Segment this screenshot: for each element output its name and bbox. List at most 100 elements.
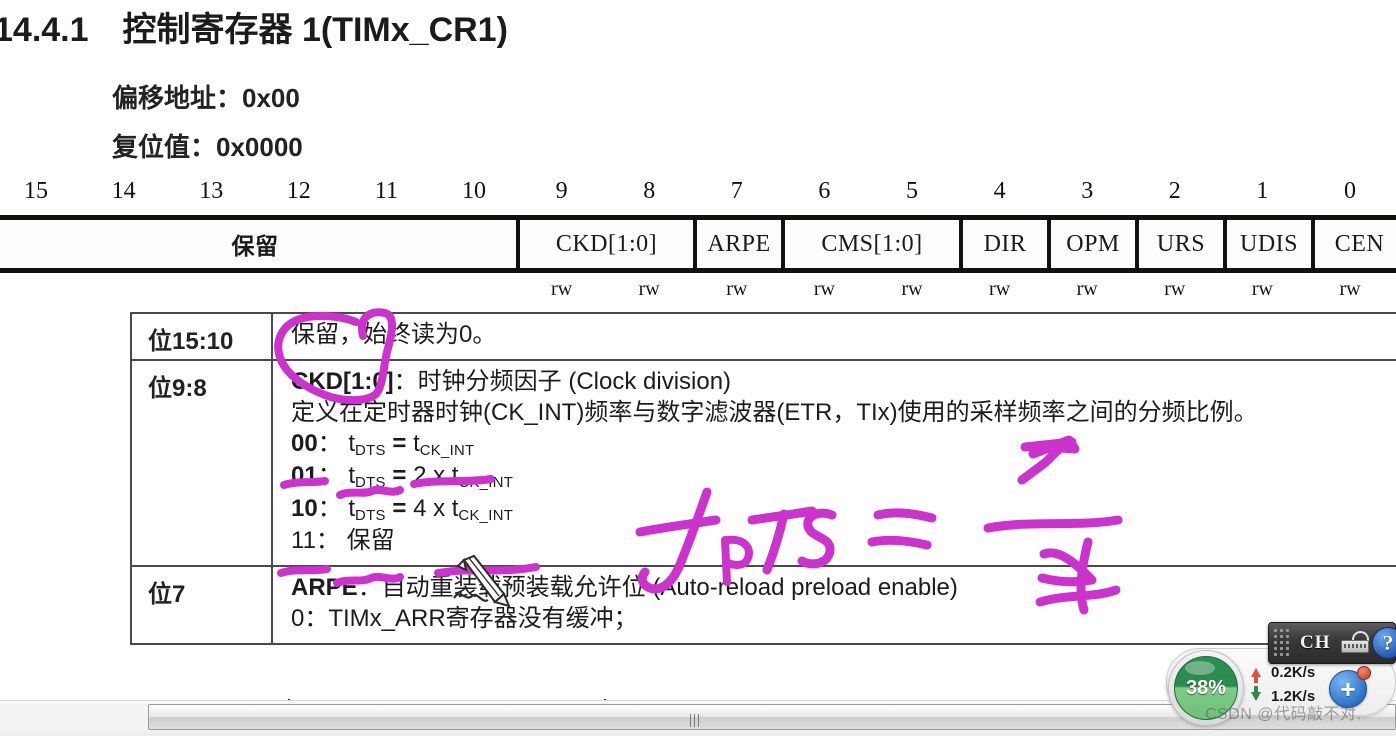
table-row: 位15:10 保留，始终读为0。 [132,314,1396,361]
bit-field-cell: UDIS [1223,220,1311,268]
bit-number: 5 [906,178,918,204]
drag-handle-icon[interactable] [1274,629,1294,656]
bit-access-label: rw [813,278,835,300]
bit-number: 1 [1256,178,1269,204]
option-line: 00： tDTS = tCK_INT [291,429,1396,461]
option-sep: ： [317,494,342,522]
bit-number: 7 [730,178,743,204]
rhs-subscript: CK_INT [458,507,514,524]
bit-number: 6 [818,178,831,204]
option-line: 10： tDTS = 4 x tCK_INT [291,494,1396,526]
bit-number: 4 [993,178,1006,204]
rhs-subscript: CK_INT [419,443,475,460]
field-heading: CKD[1:0]：时钟分频因子 (Clock division) [291,367,1396,398]
bit-field-cell: ARPE [693,220,781,268]
option-mult: 2 x [413,462,452,490]
question-mark-icon: ? [1382,630,1394,655]
cpu-usage-value: 38% [1185,676,1227,699]
option-line: 11： 保留 [291,526,1396,557]
field-detail: 定义在定时器时钟(CK_INT)频率与数字滤波器(ETR，TIx)使用的采样频率… [291,398,1258,426]
bit-number: 11 [374,178,398,204]
keyboard-icon[interactable] [1340,631,1371,655]
watermark: CSDN @代码敲不对. [1205,706,1362,723]
option-code: 10 [291,494,318,522]
bit-number: 13 [199,178,224,204]
bit-number: 2 [1168,178,1181,204]
option-sep: ： [317,429,342,457]
bit-access-label: rw [726,278,748,300]
bit-field-name: CKD[1:0] [555,230,658,257]
scrollbar-grip: ||| [689,712,702,728]
section-title: 控制寄存器 1(TIMx_CR1) [122,11,508,49]
screenshot-root: 14.4.1 控制寄存器 1(TIMx_CR1) 偏移地址：0x00 复位值：0x… [0,0,1396,736]
field-name: ARPE [291,573,358,601]
option-sep: ： [317,462,342,490]
expr-subscript: DTS [355,443,386,460]
field-heading: ARPE：自动重装载预装载允许位 (Auto-reload preload en… [291,573,1396,604]
option-eq: = [385,494,414,522]
option-code: 11 [291,526,316,554]
bit-access-label: rw [1251,278,1273,300]
bit-number: 0 [1344,178,1356,204]
rhs-subscript: CK_INT [458,475,514,492]
bit-field-cell: DIR [959,220,1047,268]
notification-dot-icon [1357,666,1371,680]
option-code: 00 [291,429,318,457]
option-rhs: tCK_INT [451,494,514,524]
bit-number: 9 [555,178,568,204]
bit-field-name: DIR [983,230,1027,257]
bit-number: 3 [1081,178,1094,204]
bit-field-row: 保留 CKD[1:0] ARPE CMS[1:0] DIR OPM URS UDIS CEN [0,215,1396,273]
bit-field-name: ARPE [707,230,771,257]
bit-field-name: 保留 [231,233,279,259]
option-eq: = [385,429,414,457]
bit-range-label: 位9:8 [132,360,273,565]
bit-access-label: rw [1339,278,1361,300]
bit-range-label: 位15:10 [132,314,273,359]
section-number: 14.4.1 [0,11,89,49]
option-mult: 4 x [413,494,452,522]
expr-subscript: DTS [355,507,386,524]
option-line: 01： tDTS = 2 x tCK_INT [291,461,1396,493]
description-text: 保留，始终读为0。 [291,321,497,348]
arrow-up-icon [1251,668,1261,683]
field-name: CKD[1:0] [291,367,394,395]
page-title: 14.4.1 控制寄存器 1(TIMx_CR1) [0,2,508,51]
bit-field-cell: CKD[1:0] [516,220,693,268]
bit-number-row: 15 14 13 12 11 10 9 8 7 6 5 4 3 2 1 0 [0,176,1396,208]
option-eq: = [385,462,414,490]
bit-access-row: rw rw rw rw rw rw rw rw rw rw [0,278,1396,306]
bit-access-label: rw [638,278,660,300]
option-sep: ： [315,526,340,554]
bit-description: CKD[1:0]：时钟分频因子 (Clock division) 定义在定时器时… [273,361,1396,565]
bit-access-label: rw [551,278,573,300]
bit-description: 保留，始终读为0。 [273,314,1396,359]
help-button[interactable]: ? [1372,627,1396,659]
bit-field-name: CEN [1334,230,1385,257]
bit-access-label: rw [989,278,1011,300]
option-expr: tDTS [348,494,386,524]
bit-field-cell: OPM [1047,220,1135,268]
field-desc: ：自动重装载预装载允许位 (Auto-reload preload enable… [357,573,958,601]
bit-description: ARPE：自动重装载预装载允许位 (Auto-reload preload en… [273,567,1396,643]
option-code: 01 [291,462,318,490]
register-description-table: 位15:10 保留，始终读为0。 位9:8 CKD[1:0]：时钟分频因子 (C… [130,312,1396,645]
upload-speed-value: 0.2K/s [1271,664,1316,681]
bit-field-name: OPM [1066,230,1120,257]
document-page: 14.4.1 控制寄存器 1(TIMx_CR1) 偏移地址：0x00 复位值：0x… [0,0,1396,700]
option-rhs: tCK_INT [451,462,514,492]
bit-number: 8 [643,178,656,204]
bit-access-label: rw [901,278,923,300]
bit-field-cell: URS [1135,220,1223,268]
bit-access-label: rw [1076,278,1098,300]
bit-field-name: URS [1156,230,1206,257]
table-row: 位7 ARPE：自动重装载预装载允许位 (Auto-reload preload… [132,566,1396,645]
bit-number: 10 [462,178,486,204]
expr-subscript: DTS [355,475,386,492]
ime-language-indicator[interactable]: CH [1300,632,1331,654]
plus-icon: + [1340,674,1356,704]
field-detail: 0：TIMx_ARR寄存器没有缓冲； [291,604,638,632]
option-reserved-text: 保留 [346,526,395,554]
bit-field-name: CMS[1:0] [821,230,923,257]
field-desc: ：时钟分频因子 (Clock division) [393,367,732,395]
